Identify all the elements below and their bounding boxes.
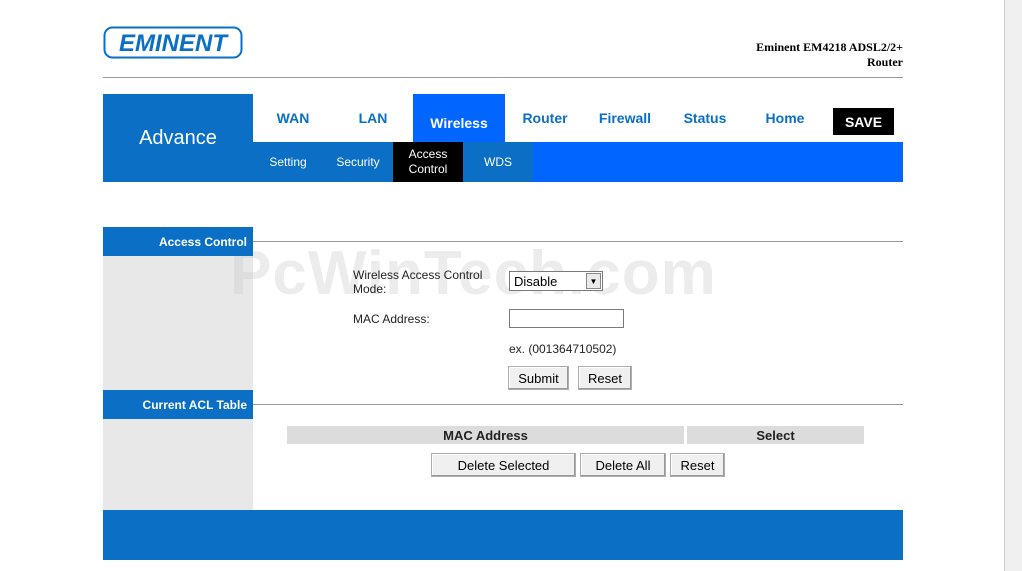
mac-address-input[interactable] <box>509 309 624 328</box>
mac-address-label: MAC Address: <box>353 312 430 326</box>
tab-status[interactable]: Status <box>675 94 735 142</box>
column-header-select: Select <box>687 426 864 444</box>
column-header-mac-address: MAC Address <box>287 426 684 444</box>
product-line-1: Eminent EM4218 ADSL2/2+ <box>756 40 903 54</box>
product-line-2: Router <box>867 55 903 69</box>
save-button[interactable]: SAVE <box>833 108 894 135</box>
subtab-access-control-label: Access Control <box>408 147 448 176</box>
acl-table-heading: Current ACL Table <box>103 390 253 419</box>
subtab-access-control[interactable]: Access Control <box>393 142 463 182</box>
access-control-heading: Access Control <box>103 227 253 256</box>
logo-text: EMINENT <box>119 30 229 57</box>
footer-bar <box>103 510 903 560</box>
tab-router[interactable]: Router <box>513 94 577 142</box>
mac-example: ex. (001364710502) <box>509 342 617 356</box>
delete-all-button[interactable]: Delete All <box>580 453 666 477</box>
subtab-setting[interactable]: Setting <box>258 142 318 182</box>
tab-firewall[interactable]: Firewall <box>590 94 660 142</box>
delete-selected-button[interactable]: Delete Selected <box>431 453 576 477</box>
reset-button[interactable]: Reset <box>578 366 632 390</box>
mode-label: Wireless Access Control Mode: <box>353 268 483 296</box>
vertical-scrollbar[interactable] <box>1004 0 1022 571</box>
access-control-divider <box>253 241 903 242</box>
acl-table-divider <box>253 404 903 405</box>
acl-reset-button[interactable]: Reset <box>670 453 725 477</box>
eminent-logo: EMINENT <box>103 26 243 59</box>
tab-lan[interactable]: LAN <box>343 94 403 142</box>
submit-button[interactable]: Submit <box>508 366 569 390</box>
dropdown-arrow-icon: ▼ <box>586 273 601 289</box>
subtab-security[interactable]: Security <box>327 142 389 182</box>
header-divider <box>103 77 903 78</box>
product-name: Eminent EM4218 ADSL2/2+ Router <box>756 40 903 70</box>
tab-wan[interactable]: WAN <box>263 94 323 142</box>
mode-select-value: Disable <box>514 274 558 289</box>
tab-wireless[interactable]: Wireless <box>413 94 505 142</box>
mode-select[interactable]: Disable ▼ <box>509 271 603 291</box>
subtab-wds[interactable]: WDS <box>468 142 528 182</box>
tab-home[interactable]: Home <box>755 94 815 142</box>
section-title: Advance <box>103 94 253 182</box>
